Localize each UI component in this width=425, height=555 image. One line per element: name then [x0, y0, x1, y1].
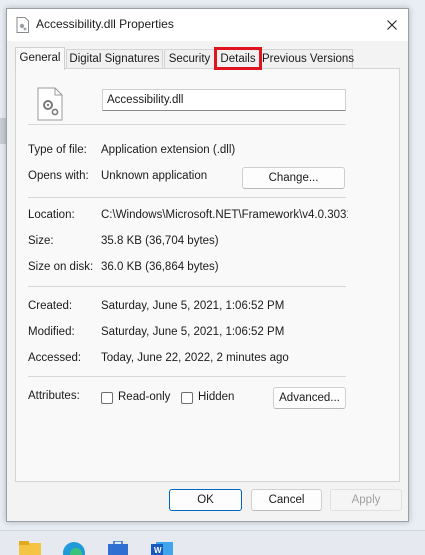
file-icon — [16, 17, 29, 33]
store-icon[interactable] — [106, 541, 130, 555]
size-on-disk-value: 36.0 KB (36,864 bytes) — [101, 261, 219, 273]
title-bar[interactable]: Accessibility.dll Properties — [7, 9, 408, 41]
size-value: 35.8 KB (36,704 bytes) — [101, 235, 219, 247]
file-name-input[interactable] — [102, 89, 346, 111]
tab-general[interactable]: General — [15, 47, 65, 70]
size-label: Size: — [28, 235, 54, 247]
ok-button[interactable]: OK — [169, 489, 242, 511]
accessed-value: Today, June 22, 2022, 2 minutes ago — [101, 352, 289, 364]
edge-icon[interactable] — [62, 541, 86, 555]
size-on-disk-label: Size on disk: — [28, 261, 94, 273]
type-label: Type of file: — [28, 144, 87, 156]
location-value: C:\Windows\Microsoft.NET\Framework\v4.0.… — [101, 209, 348, 221]
tab-digital-signatures[interactable]: Digital Signatures — [66, 49, 163, 68]
hidden-label[interactable]: Hidden — [198, 391, 234, 403]
general-tab-panel: Type of file: Application extension (.dl… — [15, 68, 400, 482]
window-title: Accessibility.dll Properties — [36, 17, 174, 31]
close-icon — [387, 20, 397, 30]
taskbar: W — [0, 530, 425, 555]
properties-dialog: Accessibility.dll Properties General Dig… — [6, 8, 409, 522]
modified-label: Modified: — [28, 326, 75, 338]
cancel-button[interactable]: Cancel — [251, 489, 322, 511]
separator — [28, 124, 346, 125]
separator — [28, 286, 346, 287]
type-value: Application extension (.dll) — [101, 144, 236, 156]
tab-security[interactable]: Security — [164, 49, 215, 68]
location-label: Location: — [28, 209, 75, 221]
tab-previous-versions[interactable]: Previous Versions — [261, 49, 354, 68]
dll-file-icon — [37, 87, 63, 121]
read-only-checkbox[interactable] — [101, 392, 113, 404]
close-button[interactable] — [376, 9, 408, 41]
created-label: Created: — [28, 300, 73, 312]
word-icon[interactable]: W — [150, 541, 174, 555]
attributes-label: Attributes: — [28, 390, 80, 402]
created-value: Saturday, June 5, 2021, 1:06:52 PM — [101, 300, 285, 312]
file-explorer-icon[interactable] — [18, 541, 42, 555]
separator — [28, 197, 346, 198]
modified-value: Saturday, June 5, 2021, 1:06:52 PM — [101, 326, 285, 338]
separator — [28, 376, 346, 377]
opens-with-label: Opens with: — [28, 170, 89, 182]
opens-with-value: Unknown application — [101, 170, 208, 182]
tab-details[interactable]: Details — [214, 47, 262, 70]
read-only-label[interactable]: Read-only — [118, 391, 170, 403]
change-button[interactable]: Change... — [242, 167, 345, 189]
accessed-label: Accessed: — [28, 352, 82, 364]
hidden-checkbox[interactable] — [181, 392, 193, 404]
advanced-button[interactable]: Advanced... — [273, 387, 346, 409]
apply-button[interactable]: Apply — [330, 489, 402, 511]
